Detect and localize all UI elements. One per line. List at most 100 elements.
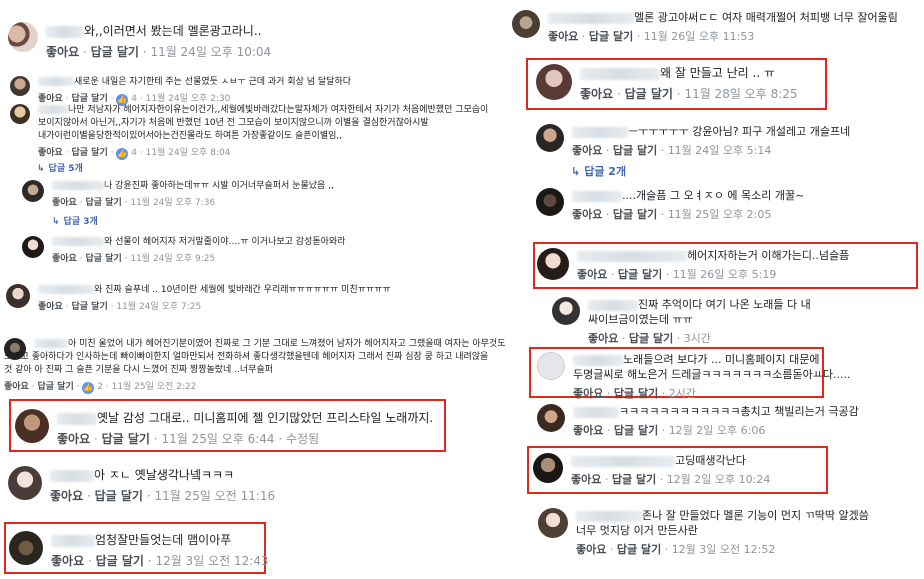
comment: 와 선물이 헤어지자 저거말줄이야.…ㅠ 이거나보고 감성돋아와라 좋아요 · …: [22, 236, 345, 264]
comment-text: 아 ㅈㄴ 옛날생각나넼ㅋㅋㅋ: [94, 468, 235, 482]
reply-button[interactable]: 답글 달기: [71, 148, 107, 158]
comment: ....개슬픔 그 오ㅕㅈㅇ 에 목소리 개꿀~ 좋아요 · 답글 달기 · 1…: [536, 188, 804, 222]
like-button[interactable]: 좋아요: [57, 432, 90, 446]
like-button[interactable]: 좋아요: [588, 332, 618, 345]
reply-button[interactable]: 답글 달기: [91, 45, 139, 59]
reply-arrow-icon: ↳: [571, 165, 581, 178]
comment-actions: 좋아요 · 답글 달기 · 👍 2 · 11월 25일 오전 2:22: [4, 381, 197, 394]
commenter-name-blurred: [588, 299, 638, 311]
like-button[interactable]: 좋아요: [571, 473, 601, 486]
reply-button[interactable]: 답글 달기: [589, 30, 633, 43]
reply-button[interactable]: 답글 달기: [37, 382, 73, 392]
comment-timestamp[interactable]: 11월 24일 오후 9:25: [130, 254, 215, 264]
comment-timestamp[interactable]: 12월 3일 오전 12:52: [672, 543, 776, 556]
like-button[interactable]: 좋아요: [573, 387, 603, 400]
avatar[interactable]: [536, 64, 572, 100]
like-button[interactable]: 좋아요: [38, 94, 63, 104]
reply-button[interactable]: 답글 달기: [617, 543, 661, 556]
comment-timestamp[interactable]: 11월 24일 오후 7:36: [130, 198, 215, 208]
reply-button[interactable]: 답글 달기: [625, 87, 673, 101]
comment-timestamp[interactable]: 2시간: [669, 387, 696, 400]
avatar[interactable]: [6, 284, 30, 308]
like-button[interactable]: 좋아요: [51, 554, 84, 568]
like-button[interactable]: 좋아요: [38, 302, 63, 312]
avatar[interactable]: [22, 180, 44, 202]
comment-text-line: 모르고 좋아하다가 인사하는데 빠이빠이한지 얼마만되서 전화하셔 좋다생각했을…: [4, 352, 489, 362]
comment-timestamp[interactable]: 11월 26일 오후 11:53: [644, 30, 755, 43]
comment-timestamp[interactable]: 12월 3일 오전 12:43: [155, 554, 268, 568]
comment-text-line: 노래들으려 보다가 ... 미니홈페이지 대문에: [623, 353, 820, 366]
comment-timestamp[interactable]: 3시간: [684, 332, 711, 345]
like-button[interactable]: 좋아요: [573, 424, 603, 437]
commenter-name-blurred: [576, 510, 642, 522]
avatar[interactable]: [10, 104, 30, 124]
reply-button[interactable]: 답글 달기: [618, 268, 662, 281]
avatar[interactable]: [537, 248, 569, 280]
like-button[interactable]: 좋아요: [572, 144, 602, 157]
comment-text-line: 진짜 추억이다 여기 나온 노래들 다 내: [638, 298, 811, 311]
reply-button[interactable]: 답글 달기: [613, 144, 657, 157]
comment: 헤어지자하는거 이해가는디..넘슬픔 좋아요 · 답글 달기 · 11월 26일…: [537, 248, 849, 282]
comment-timestamp[interactable]: 11월 24일 오후 7:25: [116, 302, 201, 312]
view-replies-link[interactable]: ↳ 답글 2개: [571, 163, 626, 179]
like-button[interactable]: 좋아요: [580, 87, 613, 101]
like-button[interactable]: 좋아요: [576, 543, 606, 556]
comment-timestamp[interactable]: 12월 2일 오후 10:24: [667, 473, 771, 486]
reply-button[interactable]: 답글 달기: [614, 424, 658, 437]
avatar[interactable]: [536, 124, 564, 152]
avatar[interactable]: [9, 531, 43, 565]
reply-button[interactable]: 답글 달기: [613, 208, 657, 221]
avatar[interactable]: [10, 76, 30, 96]
comment-timestamp[interactable]: 11월 25일 오후 6:44: [161, 432, 274, 446]
reply-button[interactable]: 답글 달기: [614, 387, 658, 400]
avatar[interactable]: [537, 404, 565, 432]
avatar[interactable]: [22, 236, 44, 258]
view-replies-link[interactable]: ↳ 답글 5개: [37, 161, 83, 174]
like-button[interactable]: 좋아요: [52, 198, 77, 208]
like-button[interactable]: 좋아요: [52, 254, 77, 264]
comment-timestamp[interactable]: 11월 26일 오후 5:19: [673, 268, 777, 281]
avatar[interactable]: [536, 188, 564, 216]
avatar[interactable]: [537, 352, 565, 380]
like-button[interactable]: 좋아요: [577, 268, 607, 281]
reply-button[interactable]: 답글 달기: [85, 254, 121, 264]
comment-timestamp[interactable]: 11월 24일 오후 2:30: [146, 94, 231, 104]
avatar[interactable]: [8, 466, 42, 500]
comment-timestamp[interactable]: 11월 24일 오후 5:14: [668, 144, 772, 157]
reply-button[interactable]: 답글 달기: [71, 94, 107, 104]
comment-timestamp[interactable]: 11월 28일 오후 8:25: [684, 87, 797, 101]
reply-button[interactable]: 답글 달기: [95, 489, 143, 503]
view-replies-link[interactable]: ↳ 답글 3개: [52, 214, 98, 227]
reply-button[interactable]: 답글 달기: [71, 302, 107, 312]
like-button[interactable]: 좋아요: [38, 148, 63, 158]
comment-text: 헤어지자하는거 이해가는디..넘슬픔: [687, 249, 850, 262]
avatar[interactable]: [512, 10, 540, 38]
like-button[interactable]: 좋아요: [548, 30, 578, 43]
comment-text-line: 너무 멋지당 이거 만든사란: [576, 524, 698, 537]
avatar[interactable]: [552, 297, 580, 325]
like-button[interactable]: 좋아요: [4, 382, 29, 392]
comment-timestamp[interactable]: 11월 25일 오전 2:22: [112, 382, 197, 392]
avatar[interactable]: [533, 453, 563, 483]
avatar[interactable]: [538, 508, 568, 538]
comment-timestamp[interactable]: 11월 25일 오전 11:16: [154, 489, 275, 503]
like-button[interactable]: 좋아요: [572, 208, 602, 221]
comment-timestamp[interactable]: 11월 25일 오후 2:05: [668, 208, 772, 221]
edited-label: 수정됨: [286, 432, 320, 446]
comment-timestamp[interactable]: 12월 2일 오후 6:06: [669, 424, 766, 437]
like-button[interactable]: 좋아요: [46, 45, 79, 59]
comment-timestamp[interactable]: 11월 24일 오후 10:04: [150, 45, 271, 59]
comment-timestamp[interactable]: 11월 24일 오후 8:04: [146, 148, 231, 158]
commenter-name-blurred: [577, 250, 687, 262]
reply-button[interactable]: 답글 달기: [629, 332, 673, 345]
reply-button[interactable]: 답글 달기: [612, 473, 656, 486]
reply-button[interactable]: 답글 달기: [96, 554, 144, 568]
comment-actions: 좋아요 · 답글 달기 · 2시간: [573, 387, 696, 400]
reply-button[interactable]: 답글 달기: [85, 198, 121, 208]
reply-button[interactable]: 답글 달기: [102, 432, 150, 446]
avatar[interactable]: [8, 22, 38, 52]
avatar[interactable]: [15, 409, 49, 443]
commenter-name-blurred: [46, 25, 84, 38]
like-button[interactable]: 좋아요: [50, 489, 83, 503]
comment-actions: 좋아요 · 답글 달기 · 11월 24일 오후 10:04: [46, 45, 272, 59]
